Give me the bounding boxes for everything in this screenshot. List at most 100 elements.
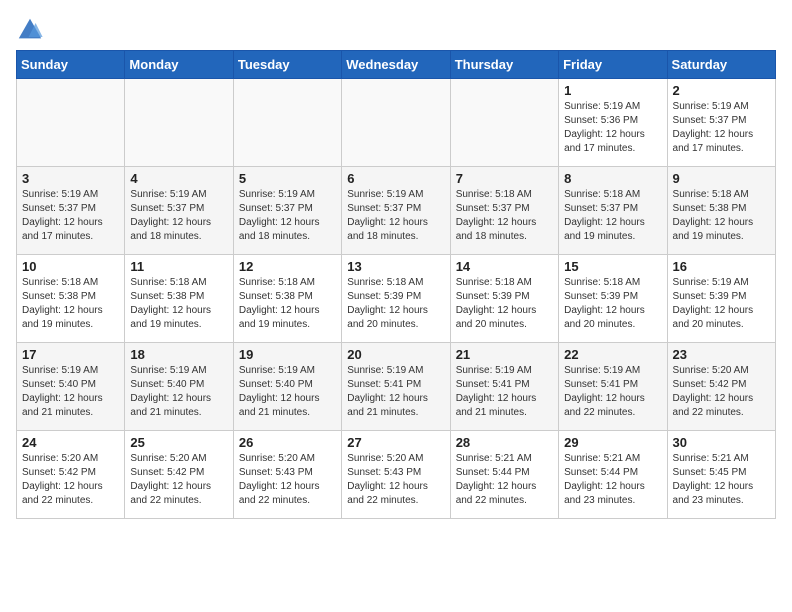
day-info: Sunrise: 5:19 AM Sunset: 5:37 PM Dayligh… bbox=[673, 100, 770, 156]
day-number: 2 bbox=[673, 83, 770, 98]
day-number: 17 bbox=[22, 347, 119, 362]
calendar-header: SundayMondayTuesdayWednesdayThursdayFrid… bbox=[17, 51, 776, 79]
calendar-cell bbox=[125, 79, 233, 167]
day-info: Sunrise: 5:19 AM Sunset: 5:40 PM Dayligh… bbox=[130, 364, 227, 420]
day-info: Sunrise: 5:20 AM Sunset: 5:43 PM Dayligh… bbox=[239, 452, 336, 508]
day-info: Sunrise: 5:20 AM Sunset: 5:42 PM Dayligh… bbox=[130, 452, 227, 508]
calendar-cell: 7 Sunrise: 5:18 AM Sunset: 5:37 PM Daylig… bbox=[450, 167, 558, 255]
calendar-week-1: 1 Sunrise: 5:19 AM Sunset: 5:36 PM Daylig… bbox=[17, 79, 776, 167]
day-info: Sunrise: 5:18 AM Sunset: 5:39 PM Dayligh… bbox=[347, 276, 444, 332]
calendar-cell: 15Sunrise: 5:18 AM Sunset: 5:39 PM Dayli… bbox=[559, 255, 667, 343]
calendar-cell: 10 Sunrise: 5:18 AM Sunset: 5:38 PM Dayli… bbox=[17, 255, 125, 343]
weekday-header-sunday: Sunday bbox=[17, 51, 125, 79]
day-number: 1 bbox=[564, 83, 661, 98]
day-number: 13 bbox=[347, 259, 444, 274]
day-number: 16 bbox=[673, 259, 770, 274]
day-info: Sunrise: 5:21 AM Sunset: 5:45 PM Dayligh… bbox=[673, 452, 770, 508]
day-number: 29 bbox=[564, 435, 661, 450]
day-info: Sunrise: 5:20 AM Sunset: 5:43 PM Dayligh… bbox=[347, 452, 444, 508]
calendar-cell: 30 Sunrise: 5:21 AM Sunset: 5:45 PM Dayli… bbox=[667, 431, 775, 519]
calendar-cell: 3 Sunrise: 5:19 AM Sunset: 5:37 PM Daylig… bbox=[17, 167, 125, 255]
calendar-cell: 22 Sunrise: 5:19 AM Sunset: 5:41 PM Dayli… bbox=[559, 343, 667, 431]
calendar-cell: 13 Sunrise: 5:18 AM Sunset: 5:39 PM Dayli… bbox=[342, 255, 450, 343]
day-number: 10 bbox=[22, 259, 119, 274]
day-info: Sunrise: 5:19 AM Sunset: 5:37 PM Dayligh… bbox=[22, 188, 119, 244]
day-info: Sunrise: 5:19 AM Sunset: 5:40 PM Dayligh… bbox=[22, 364, 119, 420]
day-number: 28 bbox=[456, 435, 553, 450]
calendar-table: SundayMondayTuesdayWednesdayThursdayFrid… bbox=[16, 50, 776, 519]
weekday-header-friday: Friday bbox=[559, 51, 667, 79]
calendar-body: 1 Sunrise: 5:19 AM Sunset: 5:36 PM Daylig… bbox=[17, 79, 776, 519]
calendar-cell: 14 Sunrise: 5:18 AM Sunset: 5:39 PM Dayli… bbox=[450, 255, 558, 343]
day-number: 30 bbox=[673, 435, 770, 450]
calendar-cell: 16 Sunrise: 5:19 AM Sunset: 5:39 PM Dayli… bbox=[667, 255, 775, 343]
weekday-header-thursday: Thursday bbox=[450, 51, 558, 79]
calendar-week-3: 10 Sunrise: 5:18 AM Sunset: 5:38 PM Dayli… bbox=[17, 255, 776, 343]
day-info: Sunrise: 5:21 AM Sunset: 5:44 PM Dayligh… bbox=[564, 452, 661, 508]
calendar-cell: 1 Sunrise: 5:19 AM Sunset: 5:36 PM Daylig… bbox=[559, 79, 667, 167]
calendar-cell: 23 Sunrise: 5:20 AM Sunset: 5:42 PM Dayli… bbox=[667, 343, 775, 431]
day-number: 27 bbox=[347, 435, 444, 450]
weekday-header-tuesday: Tuesday bbox=[233, 51, 341, 79]
day-info: Sunrise: 5:21 AM Sunset: 5:44 PM Dayligh… bbox=[456, 452, 553, 508]
logo bbox=[16, 16, 48, 44]
calendar-cell: 12 Sunrise: 5:18 AM Sunset: 5:38 PM Dayli… bbox=[233, 255, 341, 343]
day-info: Sunrise: 5:19 AM Sunset: 5:36 PM Dayligh… bbox=[564, 100, 661, 156]
day-number: 26 bbox=[239, 435, 336, 450]
day-info: Sunrise: 5:18 AM Sunset: 5:38 PM Dayligh… bbox=[130, 276, 227, 332]
calendar-cell: 19 Sunrise: 5:19 AM Sunset: 5:40 PM Dayli… bbox=[233, 343, 341, 431]
weekday-header-wednesday: Wednesday bbox=[342, 51, 450, 79]
calendar-cell: 8Sunrise: 5:18 AM Sunset: 5:37 PM Daylig… bbox=[559, 167, 667, 255]
day-number: 3 bbox=[22, 171, 119, 186]
day-number: 14 bbox=[456, 259, 553, 274]
day-number: 12 bbox=[239, 259, 336, 274]
day-info: Sunrise: 5:18 AM Sunset: 5:38 PM Dayligh… bbox=[22, 276, 119, 332]
day-info: Sunrise: 5:19 AM Sunset: 5:37 PM Dayligh… bbox=[239, 188, 336, 244]
calendar-week-5: 24 Sunrise: 5:20 AM Sunset: 5:42 PM Dayli… bbox=[17, 431, 776, 519]
day-info: Sunrise: 5:18 AM Sunset: 5:37 PM Dayligh… bbox=[456, 188, 553, 244]
day-number: 9 bbox=[673, 171, 770, 186]
day-number: 7 bbox=[456, 171, 553, 186]
calendar-cell: 2 Sunrise: 5:19 AM Sunset: 5:37 PM Daylig… bbox=[667, 79, 775, 167]
day-info: Sunrise: 5:19 AM Sunset: 5:40 PM Dayligh… bbox=[239, 364, 336, 420]
calendar-cell: 28 Sunrise: 5:21 AM Sunset: 5:44 PM Dayli… bbox=[450, 431, 558, 519]
weekday-header-row: SundayMondayTuesdayWednesdayThursdayFrid… bbox=[17, 51, 776, 79]
calendar-cell bbox=[233, 79, 341, 167]
day-info: Sunrise: 5:19 AM Sunset: 5:39 PM Dayligh… bbox=[673, 276, 770, 332]
calendar-cell: 5Sunrise: 5:19 AM Sunset: 5:37 PM Daylig… bbox=[233, 167, 341, 255]
calendar-cell: 9 Sunrise: 5:18 AM Sunset: 5:38 PM Daylig… bbox=[667, 167, 775, 255]
calendar-cell: 4Sunrise: 5:19 AM Sunset: 5:37 PM Daylig… bbox=[125, 167, 233, 255]
calendar-cell bbox=[17, 79, 125, 167]
calendar-week-4: 17 Sunrise: 5:19 AM Sunset: 5:40 PM Dayli… bbox=[17, 343, 776, 431]
calendar-cell: 25Sunrise: 5:20 AM Sunset: 5:42 PM Dayli… bbox=[125, 431, 233, 519]
day-number: 6 bbox=[347, 171, 444, 186]
day-info: Sunrise: 5:18 AM Sunset: 5:38 PM Dayligh… bbox=[673, 188, 770, 244]
calendar-cell: 20 Sunrise: 5:19 AM Sunset: 5:41 PM Dayli… bbox=[342, 343, 450, 431]
calendar-cell: 17 Sunrise: 5:19 AM Sunset: 5:40 PM Dayli… bbox=[17, 343, 125, 431]
day-info: Sunrise: 5:19 AM Sunset: 5:41 PM Dayligh… bbox=[347, 364, 444, 420]
day-info: Sunrise: 5:19 AM Sunset: 5:41 PM Dayligh… bbox=[564, 364, 661, 420]
page-header bbox=[16, 16, 776, 44]
day-number: 21 bbox=[456, 347, 553, 362]
day-info: Sunrise: 5:19 AM Sunset: 5:41 PM Dayligh… bbox=[456, 364, 553, 420]
day-number: 20 bbox=[347, 347, 444, 362]
calendar-cell: 11Sunrise: 5:18 AM Sunset: 5:38 PM Dayli… bbox=[125, 255, 233, 343]
day-info: Sunrise: 5:18 AM Sunset: 5:38 PM Dayligh… bbox=[239, 276, 336, 332]
calendar-cell: 29 Sunrise: 5:21 AM Sunset: 5:44 PM Dayli… bbox=[559, 431, 667, 519]
day-info: Sunrise: 5:19 AM Sunset: 5:37 PM Dayligh… bbox=[347, 188, 444, 244]
day-info: Sunrise: 5:18 AM Sunset: 5:39 PM Dayligh… bbox=[456, 276, 553, 332]
day-number: 22 bbox=[564, 347, 661, 362]
calendar: SundayMondayTuesdayWednesdayThursdayFrid… bbox=[16, 50, 776, 519]
day-number: 19 bbox=[239, 347, 336, 362]
day-info: Sunrise: 5:20 AM Sunset: 5:42 PM Dayligh… bbox=[673, 364, 770, 420]
calendar-cell: 21 Sunrise: 5:19 AM Sunset: 5:41 PM Dayli… bbox=[450, 343, 558, 431]
day-number: 23 bbox=[673, 347, 770, 362]
logo-icon bbox=[16, 16, 44, 44]
calendar-cell: 6 Sunrise: 5:19 AM Sunset: 5:37 PM Daylig… bbox=[342, 167, 450, 255]
day-info: Sunrise: 5:18 AM Sunset: 5:39 PM Dayligh… bbox=[564, 276, 661, 332]
calendar-cell: 24Sunrise: 5:20 AM Sunset: 5:42 PM Dayli… bbox=[17, 431, 125, 519]
calendar-cell: 18Sunrise: 5:19 AM Sunset: 5:40 PM Dayli… bbox=[125, 343, 233, 431]
calendar-week-2: 3 Sunrise: 5:19 AM Sunset: 5:37 PM Daylig… bbox=[17, 167, 776, 255]
day-number: 8 bbox=[564, 171, 661, 186]
day-number: 24 bbox=[22, 435, 119, 450]
